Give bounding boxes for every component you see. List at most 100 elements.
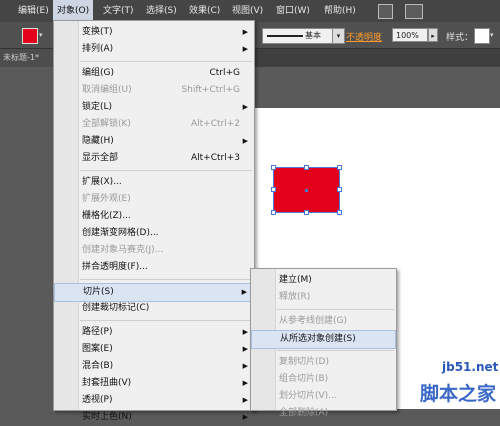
menu-item-label: 显示全部 xyxy=(82,153,119,163)
menu-item-label: 扩展外观(E) xyxy=(82,194,131,204)
object-menu: 变换(T) ▶ 排列(A) ▶ 编组(G) Ctrl+G 取消编组(U) Shift+Ctrl… xyxy=(53,20,255,422)
object-menu-item: 全部解锁(K) Alt+Ctrl+2 xyxy=(54,116,254,133)
menu-item-label: 切片(S) xyxy=(83,287,114,297)
menu-item-label: 透视(P) xyxy=(82,395,113,405)
shortcut-label: Shift+Ctrl+G xyxy=(181,85,240,95)
style-label: 样式： xyxy=(446,33,474,43)
menu-item-label: 变换(T) xyxy=(82,27,113,37)
menu-item-label: 封套扭曲(V) xyxy=(82,378,132,388)
fill-swatch[interactable] xyxy=(22,28,38,44)
object-menu-item[interactable]: 拼合透明度(F)... xyxy=(54,259,254,276)
menu-object[interactable]: 对象(O) xyxy=(53,0,94,22)
menu-item-label: 创建裁切标记(C) xyxy=(82,303,150,313)
slice-menu-item: 全部删除(A) xyxy=(251,405,396,422)
menu-effect[interactable]: 效果(C) xyxy=(189,0,220,22)
resize-handle[interactable] xyxy=(271,187,276,192)
submenu-arrow-icon: ▶ xyxy=(242,103,248,111)
submenu-arrow-icon: ▶ xyxy=(242,137,248,145)
object-menu-item[interactable]: 创建裁切标记(C) xyxy=(54,300,254,317)
selection-bounds[interactable] xyxy=(271,165,342,215)
opacity-link[interactable]: 不透明度 xyxy=(346,30,382,43)
resize-handle[interactable] xyxy=(271,210,276,215)
stroke-style-dropdown-icon[interactable]: ▾ xyxy=(332,28,345,44)
object-menu-item[interactable]: 扩展(X)... xyxy=(54,174,254,191)
resize-handle[interactable] xyxy=(337,187,342,192)
document-tab[interactable]: 未标题-1* xyxy=(0,49,55,67)
object-menu-item: 取消编组(U) Shift+Ctrl+G xyxy=(54,82,254,99)
submenu-arrow-icon: ▶ xyxy=(242,45,248,53)
menu-type[interactable]: 文字(T) xyxy=(103,0,134,22)
object-menu-item[interactable]: 透视(P) ▶ xyxy=(54,392,254,409)
menu-item-label: 混合(B) xyxy=(82,361,114,371)
menu-item-label: 拼合透明度(F)... xyxy=(82,262,148,272)
menu-help[interactable]: 帮助(H) xyxy=(324,0,356,22)
menu-view[interactable]: 视图(V) xyxy=(232,0,263,22)
object-menu-item[interactable]: 实时上色(N) ▶ xyxy=(54,409,254,426)
object-menu-item: 创建对象马赛克(J)... xyxy=(54,242,254,259)
object-menu-item[interactable]: 隐藏(H) ▶ xyxy=(54,133,254,150)
menu-separator xyxy=(80,170,252,171)
slice-menu-item: 释放(R) xyxy=(251,289,396,306)
menu-separator xyxy=(80,320,252,321)
slice-menu-item: 从参考线创建(G) xyxy=(251,313,396,330)
object-menu-item[interactable]: 栅格化(Z)... xyxy=(54,208,254,225)
submenu-arrow-icon: ▶ xyxy=(242,328,248,336)
arrange-documents-icon[interactable] xyxy=(405,4,423,19)
slice-submenu: 建立(M) 释放(R) 从参考线创建(G) 从所选对象创建(S) 复制切片(D) 组合切片… xyxy=(250,268,397,418)
menu-item-label: 栅格化(Z)... xyxy=(82,211,131,221)
resize-handle[interactable] xyxy=(337,165,342,170)
menu-item-label: 释放(R) xyxy=(279,292,311,302)
menu-item-label: 创建对象马赛克(J)... xyxy=(82,245,164,255)
object-menu-item[interactable]: 路径(P) ▶ xyxy=(54,324,254,341)
stroke-style-label: 基本 xyxy=(305,31,321,40)
menu-item-label: 锁定(L) xyxy=(82,102,113,112)
watermark: jb51.net 脚本之家 xyxy=(412,360,500,409)
resize-handle[interactable] xyxy=(304,210,309,215)
object-menu-item[interactable]: 封套扭曲(V) ▶ xyxy=(54,375,254,392)
shortcut-label: Alt+Ctrl+2 xyxy=(190,119,240,129)
style-swatch[interactable] xyxy=(474,28,490,44)
object-menu-item[interactable]: 混合(B) ▶ xyxy=(54,358,254,375)
resize-handle[interactable] xyxy=(271,165,276,170)
menu-item-label: 扩展(X)... xyxy=(82,177,122,187)
menu-item-label: 全部解锁(K) xyxy=(82,119,131,129)
menu-window[interactable]: 窗口(W) xyxy=(276,0,310,22)
menu-item-label: 划分切片(V)... xyxy=(279,391,337,401)
menu-item-label: 隐藏(H) xyxy=(82,136,114,146)
resize-handle[interactable] xyxy=(337,210,342,215)
shortcut-label: Alt+Ctrl+3 xyxy=(190,153,240,163)
object-menu-item[interactable]: 图案(E) ▶ xyxy=(54,341,254,358)
menu-item-label: 取消编组(U) xyxy=(82,85,132,95)
object-menu-item[interactable]: 显示全部 Alt+Ctrl+3 xyxy=(54,150,254,167)
menu-item-label: 组合切片(B) xyxy=(279,374,329,384)
object-menu-item: 扩展外观(E) xyxy=(54,191,254,208)
object-menu-item[interactable]: 变换(T) ▶ xyxy=(54,24,254,41)
submenu-arrow-icon: ▶ xyxy=(242,413,248,421)
submenu-arrow-icon: ▶ xyxy=(242,379,248,387)
menu-separator xyxy=(277,350,394,351)
bridge-icon[interactable] xyxy=(378,4,393,19)
opacity-dropdown-icon[interactable]: ▸ xyxy=(428,28,438,42)
menu-item-label: 从参考线创建(G) xyxy=(279,316,347,326)
menu-separator xyxy=(277,309,394,310)
menu-item-label: 图案(E) xyxy=(82,344,113,354)
resize-handle[interactable] xyxy=(304,165,309,170)
submenu-arrow-icon: ▶ xyxy=(242,362,248,370)
slice-menu-item[interactable]: 建立(M) xyxy=(251,272,396,289)
center-point xyxy=(305,189,308,192)
slice-menu-item: 复制切片(D) xyxy=(251,354,396,371)
object-menu-item[interactable]: 排列(A) ▶ xyxy=(54,41,254,58)
object-menu-item[interactable]: 创建渐变网格(D)... xyxy=(54,225,254,242)
submenu-arrow-icon: ▶ xyxy=(241,288,247,296)
slice-menu-item[interactable]: 从所选对象创建(S) xyxy=(251,330,396,349)
fill-dropdown-icon[interactable]: ▾ xyxy=(39,31,43,39)
menu-select[interactable]: 选择(S) xyxy=(146,0,177,22)
menu-separator xyxy=(80,279,252,280)
menu-separator xyxy=(80,61,252,62)
style-dropdown-icon[interactable]: ▾ xyxy=(490,31,494,39)
object-menu-item[interactable]: 编组(G) Ctrl+G xyxy=(54,65,254,82)
stroke-style-field[interactable]: 基本 xyxy=(262,28,334,44)
object-menu-item[interactable]: 锁定(L) ▶ xyxy=(54,99,254,116)
menu-edit[interactable]: 编辑(E) xyxy=(18,0,49,22)
opacity-input[interactable]: 100% xyxy=(392,28,428,42)
